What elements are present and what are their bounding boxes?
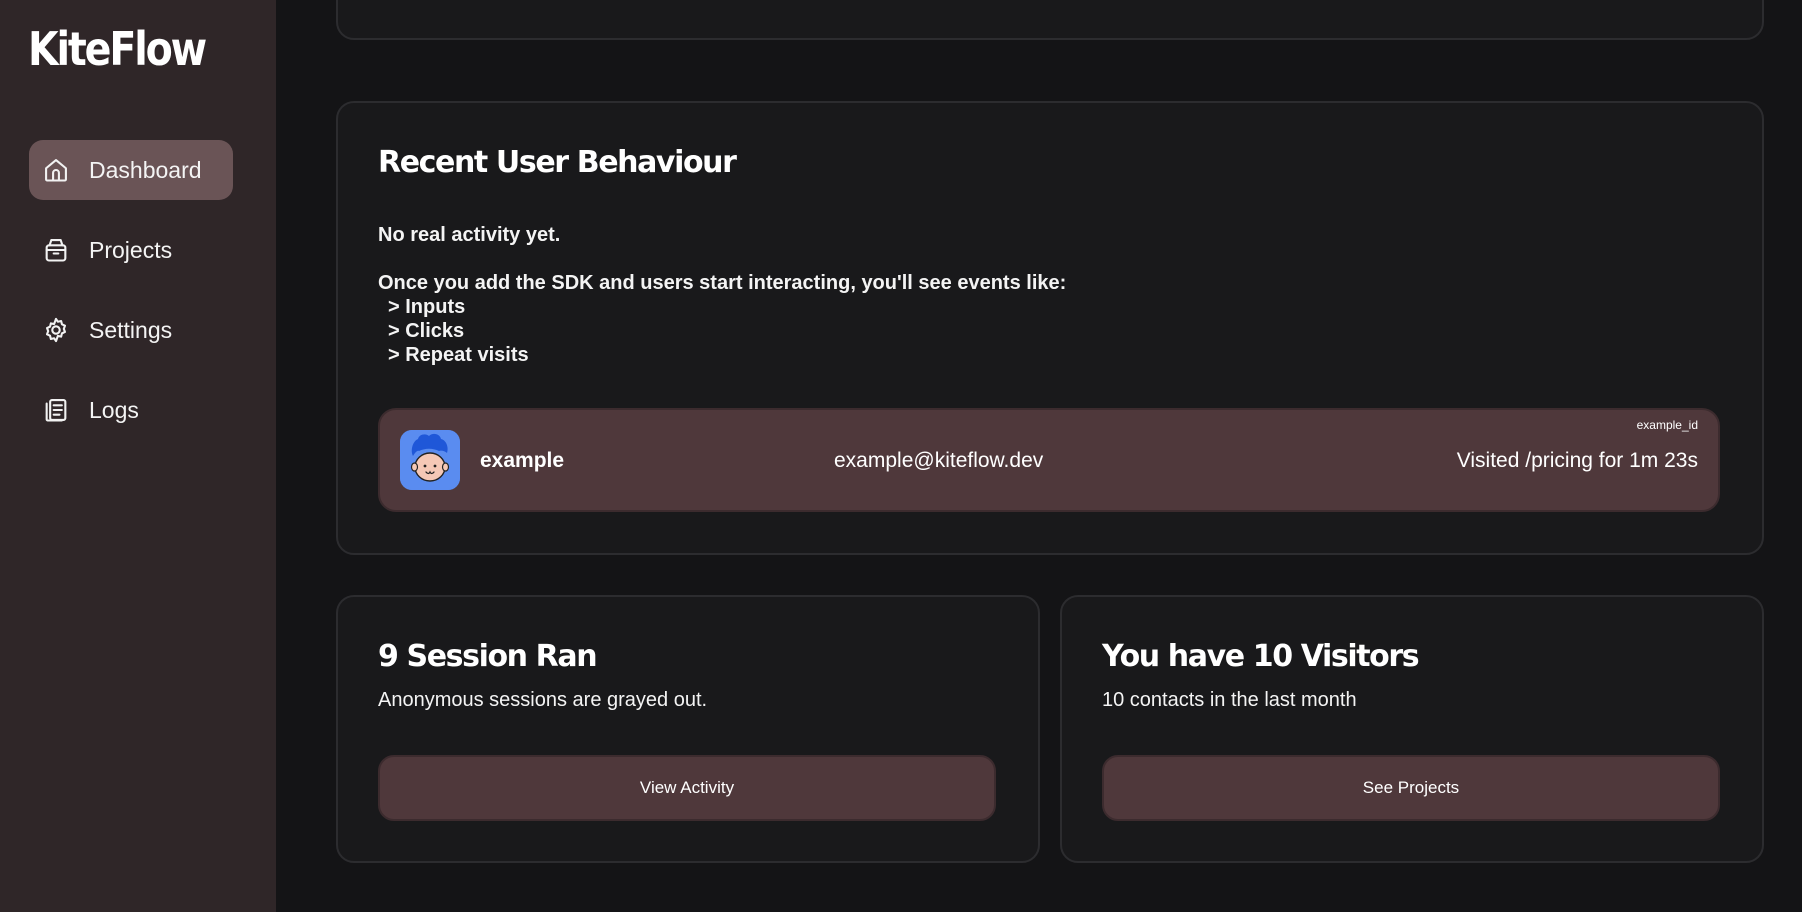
intro-text: Once you add the SDK and users start int… [378,272,1067,294]
user-email: example@kiteflow.dev [834,449,1044,472]
sidebar-item-logs[interactable]: Logs [29,380,233,440]
avatar [400,430,460,490]
recent-behaviour-card: Recent User Behaviour No real activity y… [336,101,1764,555]
card-title: 9 Session Ran [378,639,598,674]
brand-logo[interactable]: KiteFlow [28,22,207,76]
event-item: > Inputs [388,296,466,318]
behaviour-description: No real activity yet. Once you add the S… [378,223,1066,367]
event-item: > Repeat visits [388,344,529,366]
sidebar-item-label: Settings [89,316,173,343]
user-activity: Visited /pricing for 1m 23s [1456,449,1698,472]
box-icon [41,235,71,265]
card-title: You have 10 Visitors [1102,639,1420,674]
sidebar-item-dashboard[interactable]: Dashboard [29,140,233,200]
gear-icon [41,315,71,345]
previous-card [336,0,1764,40]
sidebar-item-projects[interactable]: Projects [29,220,233,280]
sidebar-item-settings[interactable]: Settings [29,300,233,360]
card-subtitle: Anonymous sessions are grayed out. [378,689,708,711]
sidebar-item-label: Projects [89,236,173,263]
home-icon [41,155,71,185]
card-subtitle: 10 contacts in the last month [1102,689,1357,711]
sidebar-item-label: Logs [89,396,139,423]
event-item: > Clicks [388,320,465,342]
view-activity-button[interactable]: View Activity [378,755,996,821]
user-id: example_id [1636,418,1698,432]
user-name: example [480,449,565,472]
main-content: Recent User Behaviour No real activity y… [276,0,1802,912]
document-icon [41,395,71,425]
sessions-card: 9 Session Ran Anonymous sessions are gra… [336,595,1040,863]
sidebar: KiteFlow Dashboard Projects Settings Log… [0,0,276,912]
card-title: Recent User Behaviour [378,145,737,180]
sidebar-item-label: Dashboard [89,156,202,183]
no-activity-text: No real activity yet. [378,224,561,246]
see-projects-button[interactable]: See Projects [1102,755,1720,821]
user-activity-row[interactable]: example example@kiteflow.dev example_id … [378,408,1720,512]
visitors-card: You have 10 Visitors 10 contacts in the … [1060,595,1764,863]
